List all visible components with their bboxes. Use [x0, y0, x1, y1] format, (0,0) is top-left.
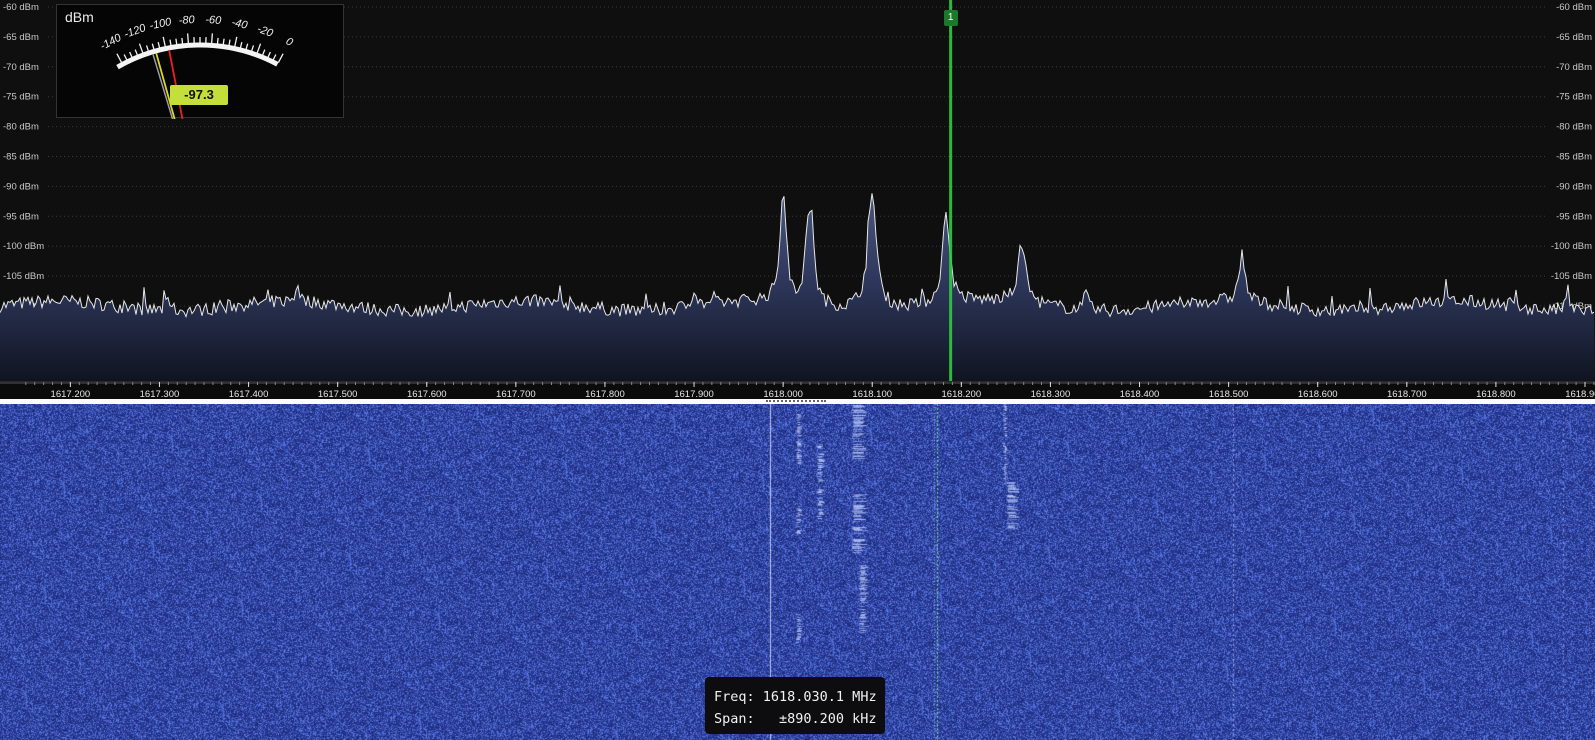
meter-scale-label: -140 — [98, 31, 124, 52]
tooltip-freq-value: 1618.030.1 MHz — [762, 689, 877, 705]
meter-scale-label: -120 — [123, 22, 149, 41]
dbm-label-right: -70 dBm — [1556, 62, 1592, 73]
meter-tick — [123, 54, 128, 61]
dbm-label-right: -60 dBm — [1556, 2, 1592, 13]
s-meter-unit: dBm — [65, 9, 94, 25]
meter-tick — [138, 43, 144, 54]
spectrum-fill — [0, 193, 1595, 381]
dbm-label-left: -80 dBm — [3, 122, 39, 133]
dbm-label-left: -75 dBm — [3, 92, 39, 103]
meter-tick — [234, 36, 238, 47]
dbm-label-right: -95 dBm — [1556, 211, 1592, 222]
meter-tick — [129, 51, 133, 58]
dbm-label-left: -70 dBm — [3, 62, 39, 73]
meter-tick — [116, 53, 123, 63]
meter-tick — [272, 54, 277, 61]
dbm-label-right: -90 dBm — [1556, 181, 1592, 192]
dbm-label-left: -100 dBm — [3, 241, 44, 252]
meter-tick — [267, 51, 271, 58]
dbm-label-left: -60 dBm — [3, 2, 39, 13]
meter-tick — [181, 37, 184, 44]
meter-scale-label: -20 — [255, 23, 275, 40]
frequency-axis[interactable]: 1617.200 1617.300 1617.400 1617.500 1617.600… — [0, 381, 1595, 400]
meter-scale-label: -40 — [230, 17, 249, 32]
dbm-label-left: -65 dBm — [3, 32, 39, 43]
meter-tick — [239, 41, 243, 49]
dbm-label-right: -85 dBm — [1556, 152, 1592, 163]
meter-tick — [145, 45, 150, 52]
frequency-axis-scale: 1617.200 1617.300 1617.400 1617.500 1617.600… — [0, 382, 1595, 400]
s-meter-readout: -97.3 — [170, 85, 228, 105]
meter-scale-label: -60 — [205, 14, 223, 27]
meter-tick — [256, 43, 262, 54]
meter-tick — [169, 39, 172, 46]
tooltip-freq-label: Freq: — [714, 689, 755, 705]
meter-tick — [151, 43, 155, 50]
meter-scale-label: 0 — [284, 36, 296, 50]
meter-tick — [250, 45, 255, 52]
dbm-label-right: -105 dBm — [1551, 271, 1592, 282]
meter-tick — [216, 37, 219, 44]
dbm-label-right: -80 dBm — [1556, 122, 1592, 133]
meter-tick — [157, 41, 161, 49]
dbm-label-left: -95 dBm — [3, 211, 39, 222]
meter-tick — [261, 49, 266, 56]
dbm-label-left: -105 dBm — [3, 271, 44, 282]
meter-tick — [245, 43, 249, 50]
meter-tick — [277, 53, 284, 63]
meter-tick — [162, 36, 166, 47]
tooltip-span-label: Span: — [714, 711, 755, 727]
meter-tick — [175, 38, 178, 45]
dbm-label-right: -65 dBm — [1556, 32, 1592, 43]
dbm-label-right: -100 dBm — [1551, 241, 1592, 252]
meter-tick — [134, 49, 139, 56]
dbm-label-left: -90 dBm — [3, 181, 39, 192]
marker-badge[interactable]: 1 — [943, 10, 958, 26]
frequency-tooltip: Freq: 1618.030.1 MHz Span: ±890.200 kHz — [705, 677, 885, 734]
meter-tick — [228, 39, 231, 46]
s-meter: -140 -120 -100 -80 -60 -40 -20 0 dBm -97.3 — [56, 4, 344, 119]
meter-scale-label: -100 — [148, 16, 173, 32]
meter-scale-label: -80 — [178, 14, 196, 27]
meter-tick — [211, 33, 213, 44]
dbm-label-left: -85 dBm — [3, 152, 39, 163]
tooltip-span-value: ±890.200 kHz — [779, 711, 877, 727]
marker-line[interactable] — [949, 0, 953, 381]
meter-tick — [222, 38, 225, 45]
meter-tick — [187, 33, 189, 44]
dbm-label-right: -75 dBm — [1556, 92, 1592, 103]
